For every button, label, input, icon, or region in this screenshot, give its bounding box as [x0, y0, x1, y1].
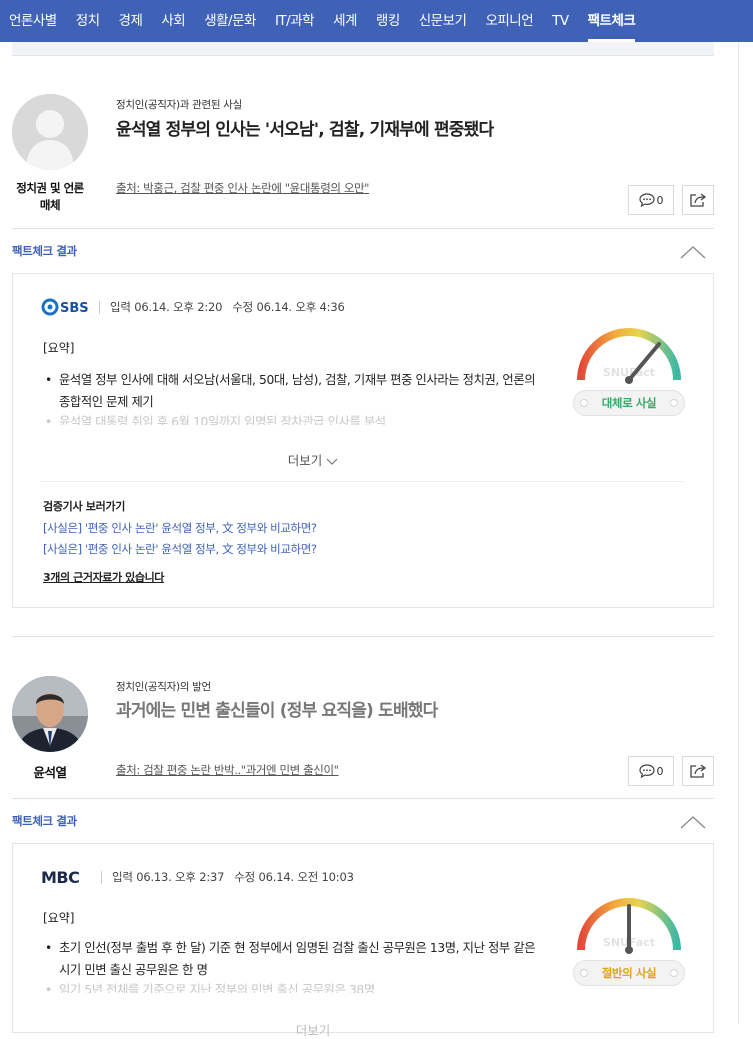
share-icon [690, 764, 707, 778]
nav-item-politics[interactable]: 정치 [76, 0, 100, 42]
share-button[interactable] [682, 756, 714, 786]
more-label: 더보기 [287, 453, 323, 468]
claim-category: 정치인(공직자)과 관련된 사실 [116, 99, 242, 111]
person-silhouette-icon [12, 94, 88, 170]
share-icon [690, 193, 707, 207]
summary-heading: [요약] [43, 341, 75, 355]
nav-item-world[interactable]: 세계 [333, 0, 357, 42]
claim-card: 윤석열 정치인(공직자)의 발언 과거에는 민변 출신들이 (정부 요직을) 도… [12, 676, 714, 1038]
summary-item: 윤석열 대통령 취임 후 6월 10일까지 임명된 장차관급 인사를 분석 [43, 413, 538, 425]
speaker-block: 윤석열 [12, 676, 88, 781]
summary-list: 윤석열 정부 인사에 대해 서오남(서울대, 50대, 남성), 검찰, 기재부… [43, 369, 538, 425]
comment-icon [638, 764, 655, 778]
factcheck-card: SBS 입력 06.14. 오후 2:20 수정 06.14. 오후 4:36 … [12, 273, 714, 608]
nav-item-newspaper[interactable]: 신문보기 [419, 0, 467, 42]
factcheck-result-label: 팩트체크 결과 [12, 244, 77, 258]
evidence-link[interactable]: 3개의 근거자료가 있습니다 [43, 569, 164, 585]
nav-item-life-culture[interactable]: 생활/문화 [204, 0, 256, 42]
divider [12, 228, 714, 229]
avatar [12, 676, 88, 752]
chevron-down-icon [326, 458, 338, 465]
comment-count: 0 [656, 193, 664, 207]
nav-item-ranking[interactable]: 랭킹 [376, 0, 400, 42]
nav-item-press[interactable]: 언론사별 [9, 0, 57, 42]
claim-category: 정치인(공직자)의 발언 [116, 681, 211, 693]
divider [41, 481, 683, 482]
speaker-block: 정치권 및 언론 매체 [12, 94, 88, 214]
chevron-up-icon[interactable] [680, 815, 706, 829]
more-button[interactable]: 더보기 [13, 450, 613, 469]
top-strip [12, 42, 714, 56]
factcheck-result-label: 팩트체크 결과 [12, 814, 77, 828]
summary-item: 초기 인선(정부 출범 후 한 달) 기준 현 정부에서 임명된 검찰 출신 공… [43, 937, 538, 981]
scrollbar[interactable] [738, 42, 753, 1024]
nav-item-tv[interactable]: TV [552, 0, 569, 42]
share-button[interactable] [682, 185, 714, 215]
comment-button[interactable]: 0 [628, 756, 674, 786]
verdict-label: 절반의 사실 [601, 966, 657, 980]
gauge-dial: SNUFact [577, 328, 681, 384]
svg-text:MBC: MBC [41, 869, 79, 885]
summary-item: 윤석열 정부 인사에 대해 서오남(서울대, 50대, 남성), 검찰, 기재부… [43, 369, 538, 413]
speaker-photo [12, 676, 88, 752]
factcheck-card: MBC 입력 06.13. 오후 2:37 수정 06.14. 오전 10:03… [12, 843, 714, 1038]
summary-item: 임기 5년 전체를 기준으로 지난 정부의 민변 출신 공무원은 38명 [43, 981, 538, 993]
gauge-dial: SNUFact [577, 898, 681, 954]
input-time: 입력 06.13. 오후 2:37 [112, 870, 225, 884]
summary-heading: [요약] [43, 911, 75, 925]
section-divider [12, 636, 714, 637]
avatar-placeholder [12, 94, 88, 170]
divider [101, 870, 102, 884]
truth-gauge: SNUFact 대체로 사실 [571, 320, 687, 420]
summary-list: 초기 인선(정부 출범 후 한 달) 기준 현 정부에서 임명된 검찰 출신 공… [43, 937, 538, 993]
divider [99, 300, 100, 314]
truth-gauge: SNUFact 절반의 사실 [571, 890, 687, 990]
claim-title[interactable]: 과거에는 민변 출신들이 (정부 요직을) 도배했다 [116, 696, 438, 721]
nav-item-opinion[interactable]: 오피니언 [485, 0, 533, 42]
chevron-up-icon[interactable] [680, 245, 706, 259]
nav-item-economy[interactable]: 경제 [119, 0, 143, 42]
svg-text:SBS: SBS [60, 301, 89, 316]
claim-source-link[interactable]: 출처: 검찰 편중 논란 반박.."과거엔 민변 출신이" [116, 762, 339, 778]
verdict-badge: 절반의 사실 [573, 960, 685, 986]
edit-time: 수정 06.14. 오전 10:03 [234, 870, 354, 884]
verdict-badge: 대체로 사실 [573, 390, 685, 416]
nav-item-factcheck[interactable]: 팩트체크 [587, 0, 636, 42]
comment-icon [638, 193, 655, 207]
comment-count: 0 [656, 764, 664, 778]
publisher-row: MBC 입력 06.13. 오후 2:37 수정 06.14. 오전 10:03 [41, 869, 354, 885]
publisher-row: SBS 입력 06.14. 오후 2:20 수정 06.14. 오후 4:36 [41, 298, 345, 316]
sbs-logo: SBS [41, 298, 89, 316]
edit-time: 수정 06.14. 오후 4:36 [232, 300, 345, 314]
verify-heading: 검증기사 보러가기 [43, 500, 126, 513]
verify-article-link[interactable]: [사실은] '편중 인사 논란' 윤석열 정부, 文 정부와 비교하면? [43, 520, 317, 536]
more-label: 더보기 [295, 1023, 331, 1038]
nav-item-it-science[interactable]: IT/과학 [275, 0, 315, 42]
claim-source-link[interactable]: 출처: 박홍근, 검찰 편중 인사 논란에 "윤대통령의 오만" [116, 180, 369, 196]
speaker-name: 정치권 및 언론 매체 [16, 181, 84, 212]
divider [12, 798, 714, 799]
mbc-logo: MBC [41, 869, 80, 885]
top-navigation: 언론사별 정치 경제 사회 생활/문화 IT/과학 세계 랭킹 신문보기 오피니… [0, 0, 753, 42]
nav-item-society[interactable]: 사회 [161, 0, 185, 42]
verify-article-link[interactable]: [사실은] '편중 인사 논란' 윤석열 정부, 文 정부와 비교하면? [43, 541, 317, 557]
claim-title[interactable]: 윤석열 정부의 인사는 '서오남', 검찰, 기재부에 편중됐다 [116, 115, 494, 140]
input-time: 입력 06.14. 오후 2:20 [110, 300, 223, 314]
more-button[interactable]: 더보기 [13, 1020, 613, 1039]
verdict-label: 대체로 사실 [601, 396, 657, 410]
comment-button[interactable]: 0 [628, 185, 674, 215]
speaker-name: 윤석열 [33, 765, 67, 780]
claim-card: 정치권 및 언론 매체 정치인(공직자)과 관련된 사실 윤석열 정부의 인사는… [12, 94, 714, 614]
